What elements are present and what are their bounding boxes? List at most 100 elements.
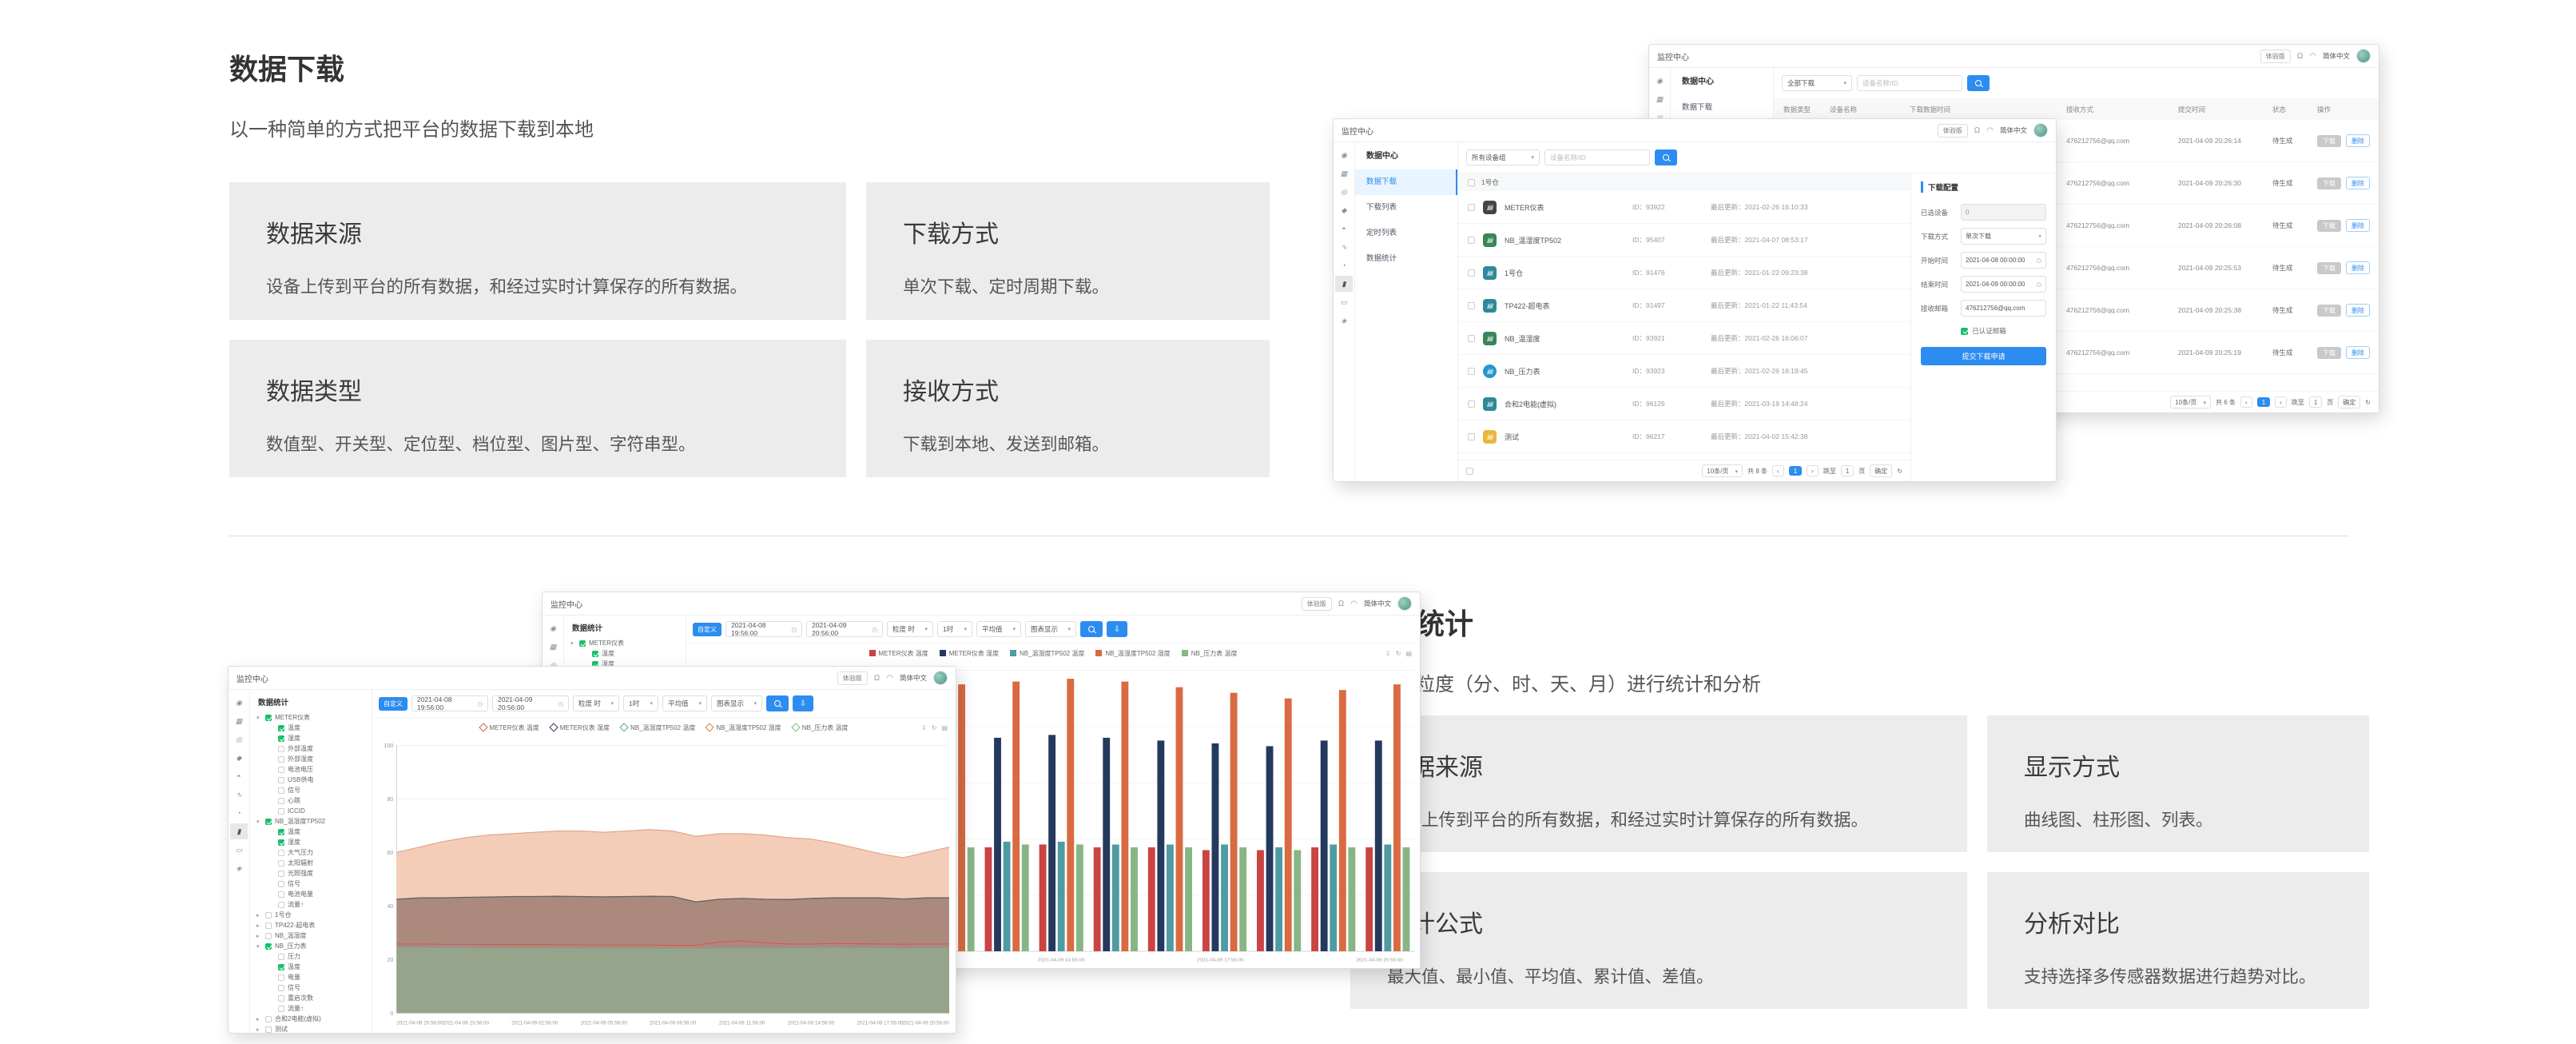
- prev-page-button[interactable]: ‹: [2240, 396, 2252, 408]
- tree-arrow-icon[interactable]: ▸: [256, 933, 262, 939]
- chart-tool-icon[interactable]: ▤: [941, 724, 948, 731]
- tree-node[interactable]: 信号: [250, 982, 372, 993]
- tree-checkbox[interactable]: [278, 839, 284, 846]
- device-checkbox[interactable]: [1468, 368, 1475, 375]
- tree-checkbox[interactable]: [265, 943, 272, 950]
- search-input[interactable]: [1857, 75, 1962, 91]
- tree-node[interactable]: 外部温度: [250, 743, 372, 754]
- chart-tool-icon[interactable]: ▤: [1405, 650, 1412, 657]
- chart-tool-icon[interactable]: ⇩: [1385, 650, 1391, 657]
- select-all-checkbox[interactable]: [1466, 468, 1473, 475]
- tree-arrow-icon[interactable]: ▸: [256, 922, 262, 929]
- sidebar-item[interactable]: 数据下载: [1671, 95, 1773, 121]
- rail-icon[interactable]: ▦: [1651, 91, 1668, 107]
- bell-icon[interactable]: Ω: [874, 674, 880, 683]
- tree-node[interactable]: ▸ TP422-超电表: [250, 920, 372, 930]
- tree-checkbox[interactable]: [278, 798, 284, 804]
- download-button[interactable]: 下载: [2317, 177, 2341, 189]
- tree-node[interactable]: 信号: [250, 785, 372, 795]
- tree-checkbox[interactable]: [278, 756, 284, 763]
- delete-button[interactable]: 删除: [2346, 346, 2370, 359]
- rail-icon[interactable]: ▦: [230, 713, 248, 729]
- delete-button[interactable]: 删除: [2346, 134, 2370, 147]
- tree-node[interactable]: 重启次数: [250, 993, 372, 1003]
- tree-checkbox[interactable]: [278, 725, 284, 731]
- device-row[interactable]: ▤ 测试 ID：96217 最后更新：2021-04-02 15:42:38: [1458, 420, 1910, 453]
- tree-checkbox[interactable]: [278, 829, 284, 835]
- tree-node[interactable]: 光照强度: [250, 868, 372, 879]
- device-row[interactable]: ▤ 合和2电能(虚拟) ID：96129 最后更新：2021-03-19 14:…: [1458, 388, 1910, 420]
- tree-checkbox[interactable]: [278, 777, 284, 783]
- prev-page-button[interactable]: ‹: [1772, 465, 1784, 476]
- legend-item[interactable]: METER仪表 温度: [480, 723, 539, 732]
- submit-download-button[interactable]: 提交下载申请: [1921, 347, 2046, 365]
- tree-node[interactable]: 外部湿度: [250, 754, 372, 764]
- tree-checkbox[interactable]: [278, 787, 284, 794]
- rail-icon[interactable]: ∿: [230, 787, 248, 803]
- tree-checkbox[interactable]: [278, 891, 284, 898]
- legend-item[interactable]: NB_温湿度TP502 湿度: [1095, 649, 1170, 658]
- rail-icon[interactable]: ▭: [230, 842, 248, 858]
- download-chart-button[interactable]: ⇩: [1107, 621, 1127, 637]
- sidebar-item[interactable]: 数据中心: [1355, 144, 1457, 169]
- jump-input[interactable]: 1: [1841, 465, 1854, 476]
- quick-range-chip[interactable]: 自定义: [693, 623, 722, 636]
- language-switch[interactable]: 简体中文: [2323, 51, 2350, 61]
- rail-icon[interactable]: ◔: [1335, 257, 1353, 273]
- verified-email-checkbox[interactable]: [1961, 328, 1968, 335]
- sidebar-item[interactable]: 数据中心: [1671, 70, 1773, 95]
- support-icon[interactable]: ◠: [2309, 52, 2316, 61]
- tree-arrow-icon[interactable]: ▸: [256, 1016, 262, 1022]
- tree-checkbox[interactable]: [278, 964, 284, 970]
- trial-button[interactable]: 体验版: [2260, 50, 2291, 63]
- confirm-button[interactable]: 确定: [1870, 464, 1892, 477]
- support-icon[interactable]: ◠: [1350, 600, 1358, 608]
- tree-node[interactable]: 湿度: [250, 733, 372, 743]
- formula-select[interactable]: 平均值▾: [662, 695, 707, 711]
- tree-node[interactable]: 电量: [250, 972, 372, 982]
- field-input[interactable]: 2021-04-08 00:00:00 ◷: [1961, 252, 2046, 269]
- legend-item[interactable]: METER仪表 湿度: [551, 723, 610, 732]
- display-mode-select[interactable]: 图表显示▾: [711, 695, 762, 711]
- rail-icon[interactable]: ◆: [230, 750, 248, 766]
- tree-checkbox[interactable]: [592, 651, 598, 657]
- field-input[interactable]: 单次下载 ▾: [1961, 228, 2046, 245]
- tree-arrow-icon[interactable]: ▾: [570, 640, 576, 647]
- rail-icon[interactable]: ◓: [1335, 221, 1353, 237]
- rail-icon[interactable]: ◆: [1335, 202, 1353, 218]
- start-time-input[interactable]: 2021-04-08 19:56:00◷: [411, 695, 488, 711]
- download-button[interactable]: 下载: [2317, 347, 2341, 359]
- rail-icon[interactable]: ▦: [1335, 165, 1353, 181]
- rail-icon[interactable]: ◉: [1651, 73, 1668, 89]
- trial-button[interactable]: 体验版: [1938, 124, 1968, 137]
- quick-range-chip[interactable]: 自定义: [379, 697, 407, 711]
- avatar[interactable]: [933, 671, 948, 685]
- tree-node[interactable]: 信号: [250, 879, 372, 889]
- tree-checkbox[interactable]: [265, 922, 272, 929]
- start-time-input[interactable]: 2021-04-08 19:56:00◷: [725, 621, 802, 637]
- sidebar-item[interactable]: 数据统计: [1355, 246, 1457, 272]
- rail-icon[interactable]: ▦: [544, 639, 562, 655]
- tree-checkbox[interactable]: [278, 735, 284, 742]
- language-switch[interactable]: 简体中文: [2000, 126, 2027, 135]
- field-input[interactable]: 476212756@qq.com: [1961, 300, 2046, 317]
- next-page-button[interactable]: ›: [2275, 396, 2287, 408]
- bell-icon[interactable]: Ω: [1338, 600, 1344, 608]
- tree-checkbox[interactable]: [278, 860, 284, 867]
- device-checkbox[interactable]: [1468, 302, 1475, 309]
- avatar[interactable]: [2356, 49, 2371, 63]
- rail-icon[interactable]: ◎: [1335, 184, 1353, 200]
- tree-checkbox[interactable]: [278, 871, 284, 877]
- language-switch[interactable]: 简体中文: [1364, 599, 1391, 608]
- filter-select[interactable]: 全部下载 ▾: [1782, 75, 1852, 91]
- display-mode-select[interactable]: 图表显示▾: [1025, 621, 1076, 637]
- tree-node[interactable]: 流量↑: [250, 1003, 372, 1014]
- field-input[interactable]: 2021-04-09 00:00:00 ◷: [1961, 276, 2046, 293]
- tree-checkbox[interactable]: [278, 767, 284, 773]
- tree-checkbox[interactable]: [579, 640, 586, 647]
- delete-button[interactable]: 删除: [2346, 219, 2370, 232]
- device-checkbox[interactable]: [1468, 204, 1475, 211]
- delete-button[interactable]: 删除: [2346, 261, 2370, 274]
- interval-select[interactable]: 1时▾: [937, 621, 972, 637]
- rail-icon[interactable]: ◈: [1335, 313, 1353, 329]
